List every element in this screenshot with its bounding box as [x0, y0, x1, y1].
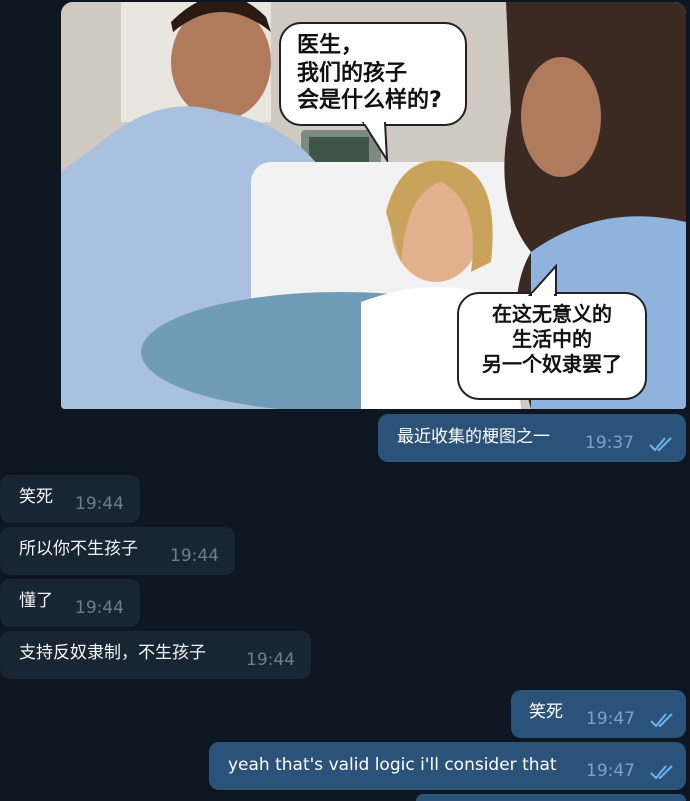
message-text: 懂了: [19, 591, 53, 611]
message-time: 19:44: [75, 494, 124, 514]
speech-line: 我们的孩子: [297, 60, 408, 86]
message-time: 19:44: [170, 546, 219, 566]
double-check-icon: [650, 713, 673, 728]
speech-bubble-bottom: 在这无意义的 生活中的 另一个奴隶罢了: [457, 292, 647, 400]
message-text: 笑死: [529, 702, 563, 722]
message-outgoing[interactable]: yeah that's valid logic i'll consider th…: [209, 742, 686, 790]
message-outgoing[interactable]: 最近收集的梗图之一 19:37: [378, 414, 686, 462]
message-incoming[interactable]: 支持反奴隶制，不生孩子 19:44: [0, 631, 311, 679]
message-text: 所以你不生孩子: [19, 539, 138, 559]
double-check-icon: [650, 765, 673, 780]
message-incoming[interactable]: 笑死 19:44: [0, 475, 140, 523]
message-incoming[interactable]: 所以你不生孩子 19:44: [0, 527, 235, 575]
message-outgoing[interactable]: 笑死 19:47: [511, 690, 686, 738]
speech-line: 生活中的: [512, 327, 592, 351]
message-incoming[interactable]: 懂了 19:44: [0, 579, 140, 627]
message-outgoing-partial[interactable]: [416, 794, 686, 801]
speech-line: 在这无意义的: [492, 302, 612, 326]
speech-bubble-top: 医生， 我们的孩子 会是什么样的?: [279, 22, 467, 126]
message-time: 19:47: [586, 709, 635, 729]
message-time: 19:44: [75, 598, 124, 618]
speech-line: 会是什么样的?: [297, 88, 442, 113]
speech-line: 另一个奴隶罢了: [482, 352, 622, 376]
message-text: 最近收集的梗图之一: [397, 427, 550, 447]
message-text: yeah that's valid logic i'll consider th…: [228, 755, 557, 775]
message-text: 笑死: [19, 487, 53, 507]
speech-tail-bottom: [527, 264, 557, 296]
message-text: 支持反奴隶制，不生孩子: [19, 643, 206, 663]
double-check-icon: [649, 437, 672, 452]
message-time: 19:37: [585, 433, 634, 453]
speech-line: 医生，: [297, 33, 364, 58]
meme-image[interactable]: 医生， 我们的孩子 会是什么样的? 在这无意义的 生活中的 另一个奴隶罢了: [61, 2, 686, 409]
speech-tail-top: [361, 122, 389, 162]
message-time: 19:47: [586, 761, 635, 781]
message-time: 19:44: [246, 650, 295, 670]
